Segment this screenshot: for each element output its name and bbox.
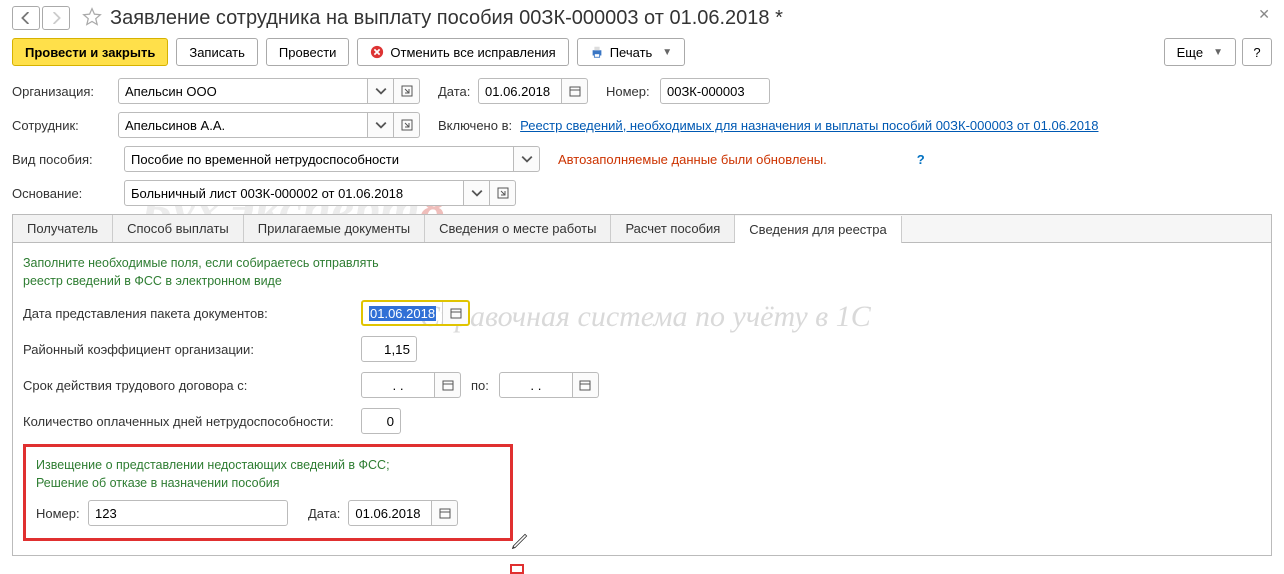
tab-content: Заполните необходимые поля, если собирае… [12,242,1272,556]
auto-update-warning: Автозаполняемые данные были обновлены. [558,152,827,167]
tab-registry-info[interactable]: Сведения для реестра [735,216,901,243]
notice-date-label: Дата: [308,506,340,521]
doc-date-label: Дата представления пакета документов: [23,306,361,321]
date-input[interactable] [478,78,562,104]
chevron-down-icon: ▼ [662,47,672,58]
contract-from-input[interactable] [361,372,435,398]
date-label: Дата: [438,84,478,99]
help-button[interactable]: ? [1242,38,1272,66]
org-input[interactable] [118,78,368,104]
tab-recipient[interactable]: Получатель [13,215,113,242]
employee-input[interactable] [118,112,368,138]
printer-icon [590,45,604,59]
paid-days-label: Количество оплаченных дней нетрудоспособ… [23,414,361,429]
cancel-icon [370,45,384,59]
notice-line2: Решение об отказе в назначении пособия [36,475,500,493]
included-label: Включено в: [438,118,512,133]
tab-payment-method[interactable]: Способ выплаты [113,215,244,242]
tabs-bar: Получатель Способ выплаты Прилагаемые до… [12,214,1272,242]
calendar-button[interactable] [432,500,458,526]
calendar-button[interactable] [562,78,588,104]
favorite-star-icon[interactable] [82,7,102,30]
close-icon[interactable]: ✕ [1258,6,1270,23]
notice-line1: Извещение о представлении недостающих св… [36,457,500,475]
calendar-button[interactable] [435,372,461,398]
tab-workplace-info[interactable]: Сведения о месте работы [425,215,611,242]
dropdown-button[interactable] [368,112,394,138]
notice-num-input[interactable] [88,500,288,526]
help-icon[interactable]: ? [917,152,925,167]
nav-back-button[interactable] [12,6,40,30]
notice-date-input[interactable] [348,500,432,526]
open-button[interactable] [490,180,516,206]
contract-to-label: по: [471,378,489,393]
contract-to-input[interactable] [499,372,573,398]
cancel-corrections-button[interactable]: Отменить все исправления [357,38,568,66]
doc-date-input[interactable]: 01.06.2018 [363,302,442,324]
pencil-cursor-icon [510,531,530,554]
dropdown-button[interactable] [368,78,394,104]
post-button[interactable]: Провести [266,38,350,66]
contract-label: Срок действия трудового договора с: [23,378,361,393]
coef-input[interactable] [361,336,417,362]
save-button[interactable]: Записать [176,38,258,66]
print-button[interactable]: Печать ▼ [577,38,686,66]
employee-label: Сотрудник: [12,118,118,133]
benefit-type-label: Вид пособия: [12,152,124,167]
chevron-down-icon: ▼ [1213,47,1223,58]
calendar-button[interactable] [573,372,599,398]
notice-num-label: Номер: [36,506,88,521]
calendar-button[interactable] [442,302,468,324]
number-input[interactable] [660,78,770,104]
dropdown-button[interactable] [464,180,490,206]
basis-label: Основание: [12,186,124,201]
coef-label: Районный коэффициент организации: [23,342,361,357]
org-label: Организация: [12,84,118,99]
dropdown-button[interactable] [514,146,540,172]
included-link[interactable]: Реестр сведений, необходимых для назначе… [520,118,1098,133]
open-button[interactable] [394,78,420,104]
fill-hint: Заполните необходимые поля, если собирае… [23,255,1261,290]
open-button[interactable] [394,112,420,138]
notice-block: Извещение о представлении недостающих св… [23,444,513,541]
benefit-type-input[interactable] [124,146,514,172]
page-title: Заявление сотрудника на выплату пособия … [110,7,783,30]
number-label: Номер: [606,84,660,99]
post-and-close-button[interactable]: Провести и закрыть [12,38,168,66]
red-marker-icon [510,564,524,574]
tab-attached-docs[interactable]: Прилагаемые документы [244,215,425,242]
basis-input[interactable] [124,180,464,206]
paid-days-input[interactable] [361,408,401,434]
tab-calculation[interactable]: Расчет пособия [611,215,735,242]
more-button[interactable]: Еще ▼ [1164,38,1236,66]
nav-forward-button[interactable] [42,6,70,30]
